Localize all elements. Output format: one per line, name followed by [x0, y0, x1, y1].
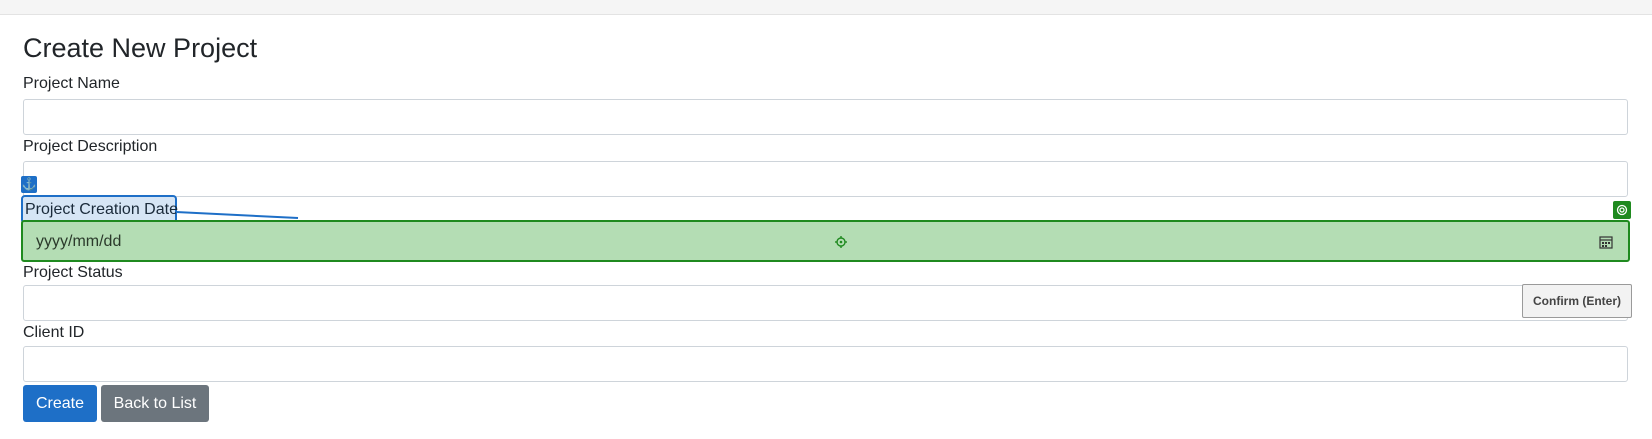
crosshair-icon [835, 236, 847, 248]
page-title: Create New Project [23, 33, 258, 63]
create-button[interactable]: Create [23, 385, 97, 422]
project-status-label: Project Status [23, 264, 123, 281]
project-creation-date-input[interactable]: yyyy/mm/dd [21, 220, 1630, 262]
project-name-input[interactable] [23, 99, 1628, 135]
target-icon [1613, 201, 1631, 219]
date-placeholder: yyyy/mm/dd [36, 233, 122, 250]
project-description-label: Project Description [23, 138, 158, 155]
client-id-input[interactable] [23, 346, 1628, 382]
project-name-label: Project Name [23, 75, 120, 92]
back-to-list-button[interactable]: Back to List [101, 385, 209, 422]
connector-line [176, 211, 299, 219]
browser-top-bar [0, 0, 1652, 15]
client-id-label: Client ID [23, 324, 85, 341]
project-status-input[interactable] [23, 285, 1628, 321]
project-description-input[interactable] [23, 161, 1628, 197]
confirm-button[interactable]: Confirm (Enter) [1522, 284, 1632, 318]
anchor-icon: ⚓ [21, 176, 37, 193]
calendar-icon[interactable] [1599, 235, 1613, 249]
